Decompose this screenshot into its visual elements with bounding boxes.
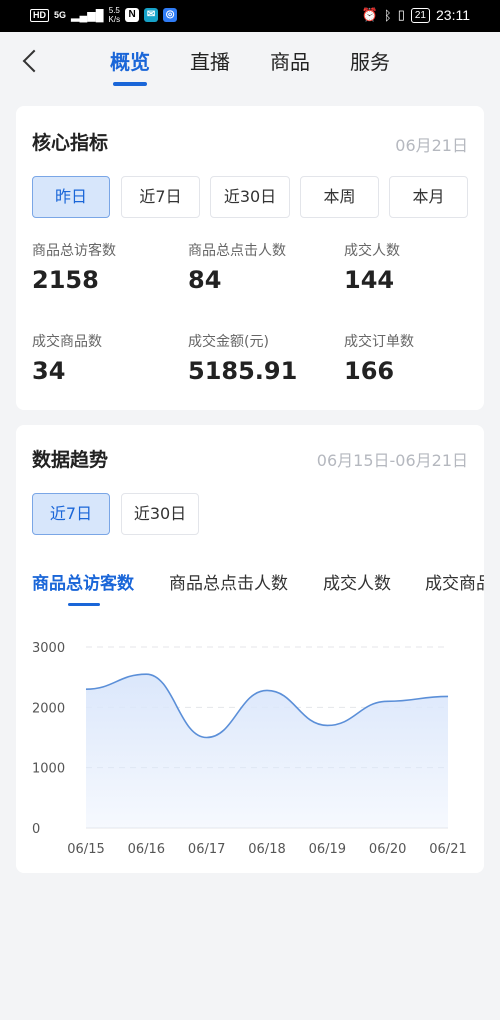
core-metrics-card: 核心指标 06月21日 昨日 近7日 近30日 本周 本月 商品总访客数 215… <box>16 106 484 410</box>
metric-value: 166 <box>344 357 395 385</box>
browser-app-icon: ◎ <box>163 8 178 22</box>
tab-overview[interactable]: 概览 <box>110 46 150 75</box>
metric-tab-strip: 商品总访客数 商品总点击人数 成交人数 成交商品数 <box>16 425 484 625</box>
metric-label: 成交订单数 <box>344 334 414 350</box>
metric-label: 商品总点击人数 <box>188 243 286 259</box>
metric-value: 144 <box>344 266 395 294</box>
x-tick-label: 06/20 <box>369 842 406 857</box>
metric-value: 34 <box>32 357 66 385</box>
range-this-month-button[interactable]: 本月 <box>389 176 468 218</box>
data-trend-card: 数据趋势 06月15日-06月21日 近7日 近30日 商品总访客数 商品总点击… <box>16 425 484 873</box>
hd-indicator: HD <box>30 8 49 22</box>
top-navigation: 概览 直播 商品 服务 <box>0 32 500 92</box>
x-tick-label: 06/17 <box>188 842 225 857</box>
metric-tab-clicks[interactable]: 商品总点击人数 <box>169 569 288 594</box>
x-tick-label: 06/19 <box>309 842 346 857</box>
status-bar: HD 5G ▂▄▆█ 5.5 K/s N ✉ ◎ ⏰ ᛒ ▯ 21 23:11 <box>0 0 500 32</box>
network-speed: 5.5 K/s <box>108 6 121 24</box>
range-7days-button[interactable]: 近7日 <box>121 176 200 218</box>
back-arrow-icon[interactable] <box>18 46 46 76</box>
bluetooth-icon: ᛒ <box>383 7 392 23</box>
y-tick-label: 0 <box>32 822 40 837</box>
metric-product-visitors: 商品总访客数 2158 <box>32 240 182 294</box>
metric-label: 成交金额(元) <box>188 334 269 350</box>
metric-value: 84 <box>188 266 222 294</box>
signal-indicator: 5G <box>54 10 67 20</box>
tab-products[interactable]: 商品 <box>270 46 310 75</box>
nfc-app-icon: N <box>125 8 140 22</box>
metric-tab-products-sold[interactable]: 成交商品数 <box>425 569 484 594</box>
y-tick-label: 2000 <box>32 701 65 716</box>
range-30days-button[interactable]: 近30日 <box>210 176 290 218</box>
message-app-icon: ✉ <box>144 8 159 22</box>
metric-label: 商品总访客数 <box>32 243 116 259</box>
series-area-fill <box>86 674 448 828</box>
metric-label: 成交人数 <box>344 243 400 259</box>
metric-value: 5185.91 <box>188 357 298 385</box>
y-tick-label: 1000 <box>32 762 65 777</box>
alarm-icon: ⏰ <box>361 7 378 22</box>
x-tick-label: 06/21 <box>429 842 466 857</box>
metric-sales-amount: 成交金额(元) 5185.91 <box>188 331 338 385</box>
metric-product-clicks: 商品总点击人数 84 <box>188 240 338 294</box>
metric-tab-indicator <box>68 603 100 606</box>
core-metrics-date: 06月21日 <box>395 136 468 155</box>
metric-value: 2158 <box>32 266 99 294</box>
x-tick-label: 06/18 <box>248 842 285 857</box>
status-time: 23:11 <box>436 7 470 23</box>
metric-tab-buyers[interactable]: 成交人数 <box>323 569 391 594</box>
tab-service[interactable]: 服务 <box>350 46 390 75</box>
core-metrics-title: 核心指标 <box>32 132 109 154</box>
trend-area-chart: 0 1000 2000 3000 06/15 06/16 06/17 06/18 06/19 06… <box>32 641 467 857</box>
metric-orders: 成交订单数 166 <box>344 331 494 385</box>
metric-products-sold: 成交商品数 34 <box>32 331 182 385</box>
active-tab-indicator <box>113 82 147 86</box>
vibrate-icon: ▯ <box>397 7 405 22</box>
tab-live[interactable]: 直播 <box>190 46 230 75</box>
range-this-week-button[interactable]: 本周 <box>300 176 379 218</box>
metric-label: 成交商品数 <box>32 334 102 350</box>
metric-buyers: 成交人数 144 <box>344 240 494 294</box>
signal-bars-icon: ▂▄▆█ <box>71 9 104 22</box>
range-yesterday-button[interactable]: 昨日 <box>32 176 110 218</box>
metric-tab-visitors[interactable]: 商品总访客数 <box>32 569 134 594</box>
x-tick-label: 06/15 <box>67 842 104 857</box>
y-tick-label: 3000 <box>32 641 65 656</box>
battery-icon: 21 <box>410 7 430 23</box>
x-tick-label: 06/16 <box>128 842 165 857</box>
